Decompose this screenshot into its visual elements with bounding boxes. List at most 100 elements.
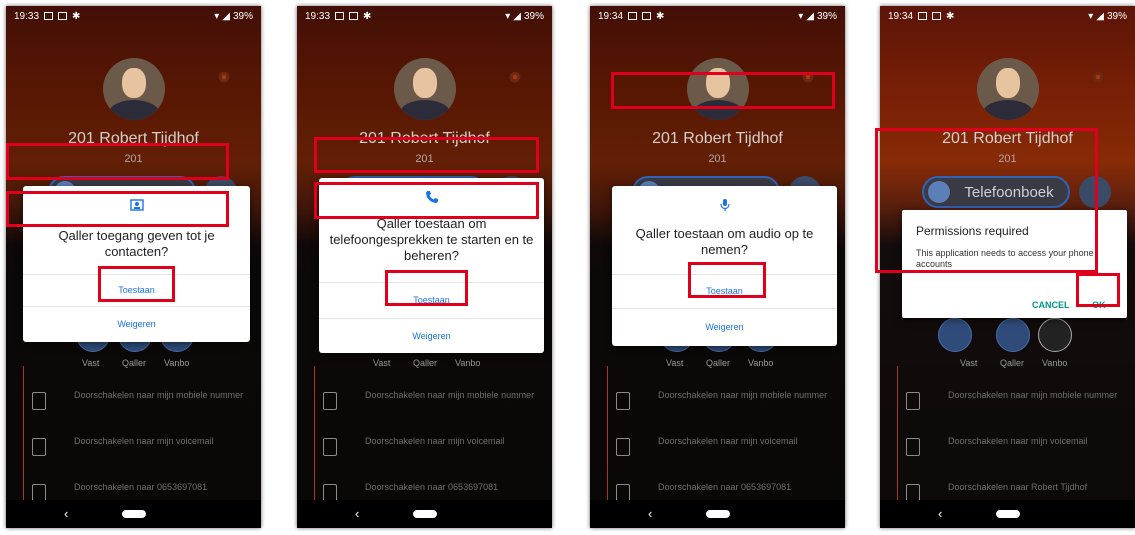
notification-icon <box>44 12 54 20</box>
mobile-phone-icon <box>906 392 920 410</box>
dialog-message: Qaller toestaan om audio op te nemen? <box>635 226 814 257</box>
permissions-required-dialog: Permissions required This application ne… <box>902 210 1127 318</box>
list-item[interactable]: Doorschakelen naar mijn voicemail <box>880 430 1135 476</box>
phone-screen-2: 19:33 ✱ ▾ ◢ 39% 201 Robert Tijdhof 201 V… <box>297 6 552 528</box>
phonebook-label: Telefoonboek <box>964 183 1054 201</box>
vast-label: Vast <box>373 358 391 368</box>
settings-gear-icon[interactable] <box>1089 68 1107 86</box>
navigation-bar: ‹ <box>590 500 845 528</box>
row-text: Doorschakelen naar mijn voicemail <box>658 436 798 446</box>
list-item[interactable]: Doorschakelen naar mijn mobiele nummer <box>6 384 261 430</box>
row-text: Doorschakelen naar mijn voicemail <box>74 436 214 446</box>
wifi-icon: ▾ <box>798 10 804 22</box>
status-time: 19:34 <box>888 10 914 22</box>
bluetooth-icon: ✱ <box>363 10 372 22</box>
signal-icon: ◢ <box>1096 10 1104 22</box>
voicemail-icon <box>32 438 46 456</box>
settings-gear-icon[interactable] <box>215 68 233 86</box>
wifi-icon: ▾ <box>505 10 511 22</box>
deny-button[interactable]: Weigeren <box>612 308 837 345</box>
notification-icon <box>628 12 638 20</box>
vanbo-label: Vanbo <box>748 358 774 368</box>
phone-icon <box>425 191 438 203</box>
qaller-label: Qaller <box>122 358 147 368</box>
allow-button[interactable]: Toestaan <box>319 282 544 317</box>
mobile-phone-icon <box>616 392 630 410</box>
list-item[interactable]: Doorschakelen naar mijn voicemail <box>6 430 261 476</box>
qaller-label: Qaller <box>413 358 438 368</box>
dialpad-button[interactable] <box>1079 176 1111 208</box>
status-time: 19:33 <box>14 10 40 22</box>
back-icon[interactable]: ‹ <box>938 506 942 521</box>
cancel-button[interactable]: CANCEL <box>1032 300 1070 310</box>
home-pill[interactable] <box>412 510 437 518</box>
status-bar: 19:33 ✱ ▾ ◢ 39% <box>6 6 261 26</box>
list-item[interactable]: Doorschakelen naar mijn voicemail <box>297 430 552 476</box>
vanbo-label: Vanbo <box>164 358 190 368</box>
profile-number: 201 <box>124 153 143 165</box>
allow-button[interactable]: Toestaan <box>612 274 837 307</box>
vanbo-button[interactable] <box>1038 318 1072 352</box>
bluetooth-icon: ✱ <box>946 10 955 22</box>
profile-name: 201 Robert Tijdhof <box>652 130 783 147</box>
status-bar: 19:34 ✱ ▾ ◢ 39% <box>590 6 845 26</box>
permission-dialog: Qaller toestaan om audio op te nemen? To… <box>612 186 837 346</box>
phonebook-icon <box>928 181 951 203</box>
phone-screen-3: 19:34 ✱ ▾ ◢ 39% 201 Robert Tijdhof 201 V… <box>590 6 845 528</box>
vast-label: Vast <box>666 358 684 368</box>
back-icon[interactable]: ‹ <box>648 506 652 521</box>
list-item[interactable]: Doorschakelen naar mijn voicemail <box>590 430 845 476</box>
signal-icon: ◢ <box>513 10 521 22</box>
dialog-message: Qaller toestaan om telefoongesprekken te… <box>329 216 534 263</box>
row-text: Doorschakelen naar Robert Tijdhof <box>948 482 1088 492</box>
list-item[interactable]: Doorschakelen naar mijn mobiele nummer <box>590 384 845 430</box>
back-icon[interactable]: ‹ <box>64 506 68 521</box>
navigation-bar: ‹ <box>6 500 261 528</box>
settings-gear-icon[interactable] <box>799 68 817 86</box>
vast-label: Vast <box>82 358 100 368</box>
back-icon[interactable]: ‹ <box>355 506 359 521</box>
status-time: 19:34 <box>598 10 624 22</box>
profile-name: 201 Robert Tijdhof <box>68 130 199 147</box>
list-item[interactable]: Doorschakelen naar mijn mobiele nummer <box>297 384 552 430</box>
mobile-phone-icon <box>323 392 337 410</box>
mobile-phone-icon <box>32 392 46 410</box>
battery-level: 39% <box>1106 10 1127 22</box>
row-text: Doorschakelen naar mijn voicemail <box>365 436 505 446</box>
phone-screen-1: 19:33 ✱ ▾ ◢ 39% 201 Robert Tijdhof 201 V… <box>6 6 261 528</box>
voicemail-icon <box>906 438 920 456</box>
contacts-icon <box>129 199 144 211</box>
deny-button[interactable]: Weigeren <box>319 318 544 353</box>
notification-icon <box>918 12 928 20</box>
list-item[interactable]: Doorschakelen naar mijn mobiele nummer <box>880 384 1135 430</box>
phonebook-button[interactable]: Telefoonboek <box>922 176 1071 208</box>
phone-screen-4: 19:34 ✱ ▾ ◢ 39% 201 Robert Tijdhof 201 T… <box>880 6 1135 528</box>
vast-button[interactable] <box>938 318 972 352</box>
home-pill[interactable] <box>995 510 1020 518</box>
vast-label: Vast <box>960 358 978 368</box>
deny-button[interactable]: Weigeren <box>23 306 250 341</box>
ok-button[interactable]: OK <box>1092 300 1106 310</box>
qaller-button[interactable] <box>996 318 1030 352</box>
row-text: Doorschakelen naar mijn voicemail <box>948 436 1088 446</box>
navigation-bar: ‹ <box>297 500 552 528</box>
status-bar: 19:34 ✱ ▾ ◢ 39% <box>880 6 1135 26</box>
avatar <box>102 58 165 120</box>
home-pill[interactable] <box>121 510 146 518</box>
profile-name: 201 Robert Tijdhof <box>942 130 1073 147</box>
wifi-icon: ▾ <box>214 10 220 22</box>
allow-button[interactable]: Toestaan <box>23 274 250 305</box>
permission-dialog: Qaller toestaan om telefoongesprekken te… <box>319 178 544 353</box>
wifi-icon: ▾ <box>1088 10 1094 22</box>
profile-name: 201 Robert Tijdhof <box>359 130 490 147</box>
vanbo-label: Vanbo <box>455 358 481 368</box>
qaller-label: Qaller <box>1000 358 1025 368</box>
microphone-icon <box>719 199 730 211</box>
home-pill[interactable] <box>705 510 730 518</box>
permission-dialog: Qaller toegang geven tot je contacten? T… <box>23 186 250 342</box>
settings-gear-icon[interactable] <box>506 68 524 86</box>
avatar <box>393 58 456 120</box>
row-text: Doorschakelen naar 0653697081 <box>365 482 499 492</box>
row-text: Doorschakelen naar mijn mobiele nummer <box>365 390 535 400</box>
status-bar: 19:33 ✱ ▾ ◢ 39% <box>297 6 552 26</box>
